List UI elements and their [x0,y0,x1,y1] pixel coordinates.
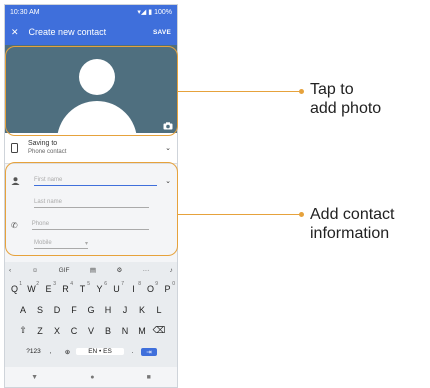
key-z[interactable]: Z [32,326,49,336]
back-icon[interactable]: ‹ [9,267,11,274]
key-d[interactable]: D [49,305,66,315]
system-nav-bar: ▼ ● ■ [5,367,177,387]
save-button[interactable]: SAVE [153,29,171,36]
photo-leader-dot [299,88,304,94]
app-bar: ✕ Create new contact SAVE [5,19,177,45]
key-row-3: ⇧ ZXCVBNM ⌫ [5,320,177,341]
key-j[interactable]: J [117,305,134,315]
key-m[interactable]: M [134,326,151,336]
saving-to-label: Saving to [28,140,58,147]
status-time: 10:30 AM [10,8,40,16]
key-f[interactable]: F [66,305,83,315]
mic-icon[interactable]: ♪ [170,267,173,274]
key-l[interactable]: L [151,305,168,315]
key-e[interactable]: E3 [40,281,57,294]
key-p[interactable]: P0 [159,281,176,294]
gif-button[interactable]: GIF [59,267,70,274]
key-row-2: ASDFGHJKL [5,299,177,320]
key-c[interactable]: C [66,326,83,336]
key-b[interactable]: B [100,326,117,336]
shift-key-icon[interactable]: ⇧ [15,325,32,336]
home-nav-icon[interactable]: ● [90,374,94,381]
saving-to-value: Phone contact [28,149,67,155]
battery-icon: ▮ [148,9,153,16]
symbols-key[interactable]: ?123 [25,348,42,355]
photo-leader-line [178,91,301,92]
back-nav-icon[interactable]: ▼ [31,374,38,381]
info-leader-dot [299,211,304,217]
clipboard-icon[interactable]: ▤ [90,266,96,274]
key-row-1: Q1W2E3R4T5Y6U7I8O9P0 [5,278,177,299]
settings-icon[interactable]: ⚙ [117,266,123,274]
keyboard-suggestion-bar: ‹ ☺ GIF ▤ ⚙ ··· ♪ [5,262,177,278]
key-k[interactable]: K [134,305,151,315]
chevron-down-icon[interactable]: ⌄ [165,144,171,152]
page-title: Create new contact [28,27,107,37]
backspace-key-icon[interactable]: ⌫ [151,325,168,336]
key-t[interactable]: T5 [74,281,91,294]
globe-icon[interactable]: ⊕ [59,348,76,356]
key-i[interactable]: I8 [125,281,142,294]
close-icon[interactable]: ✕ [11,27,19,38]
key-g[interactable]: G [83,305,100,315]
key-w[interactable]: W2 [23,281,40,294]
key-r[interactable]: R4 [57,281,74,294]
key-a[interactable]: A [15,305,32,315]
key-u[interactable]: U7 [108,281,125,294]
emoji-icon[interactable]: ☺ [32,267,39,274]
key-s[interactable]: S [32,305,49,315]
info-callout-box [5,162,178,256]
key-y[interactable]: Y6 [91,281,108,294]
phone-storage-icon [11,143,18,153]
key-v[interactable]: V [83,326,100,336]
battery-level: 100% [154,8,172,16]
key-q[interactable]: Q1 [6,281,23,294]
period-key[interactable]: . [124,348,141,355]
photo-callout-text: Tap to add photo [310,81,382,117]
status-bar: 10:30 AM ▾◢ ▮ 100% [5,5,177,19]
enter-key-icon[interactable]: ⇥ [141,347,157,356]
space-key[interactable]: EN • ES [76,348,124,355]
recents-nav-icon[interactable]: ■ [147,374,151,381]
more-button[interactable]: ··· [143,267,150,274]
key-o[interactable]: O9 [142,281,159,294]
key-n[interactable]: N [117,326,134,336]
comma-key[interactable]: , [42,348,59,355]
info-callout-text: Add contact information [310,206,395,242]
key-x[interactable]: X [49,326,66,336]
signal-icon: ▾◢ [137,9,147,16]
key-row-4: ?123 , ⊕ EN • ES . ⇥ [5,341,177,362]
saving-to-selector[interactable]: Saving to Phone contact ⌄ [5,133,177,164]
keyboard: ‹ ☺ GIF ▤ ⚙ ··· ♪ Q1W2E3R4T5Y6U7I8O9P0 A… [5,262,177,370]
key-h[interactable]: H [100,305,117,315]
photo-callout-box [5,46,178,136]
info-leader-line [178,214,301,215]
